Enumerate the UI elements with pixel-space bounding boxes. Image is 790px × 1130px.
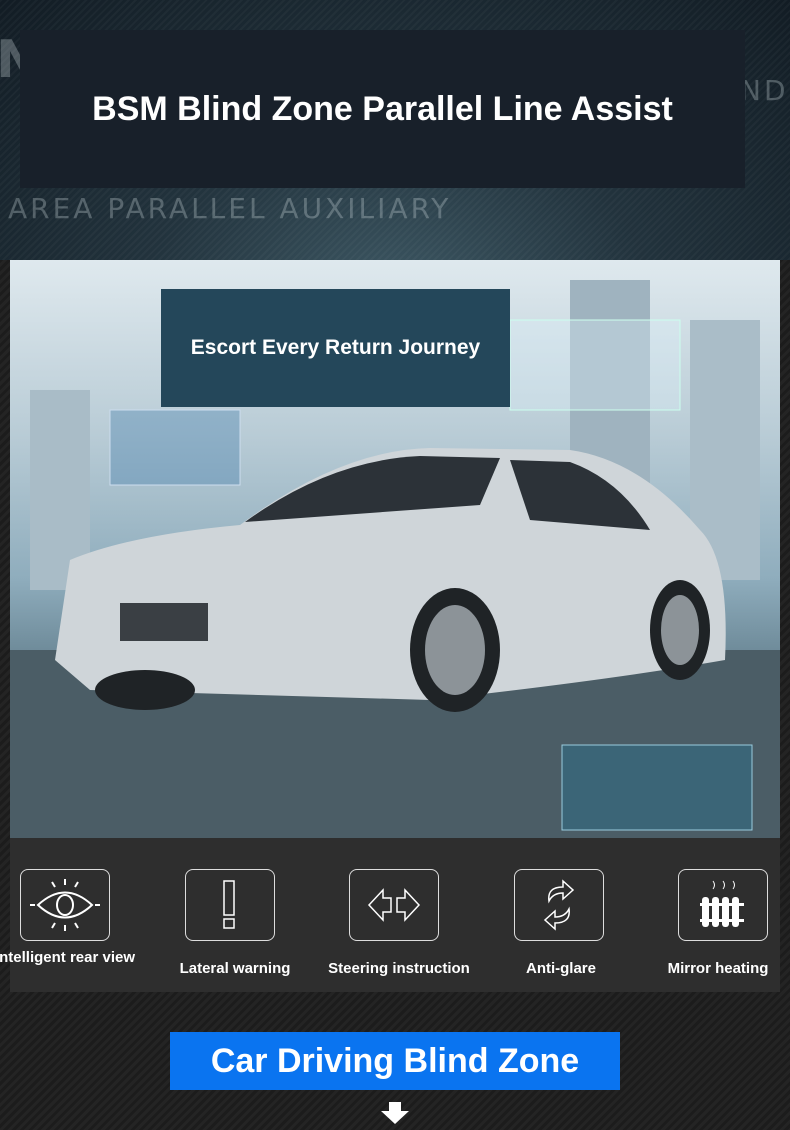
bg-subtitle: AREA PARALLEL AUXILIARY	[8, 192, 452, 225]
radiator-heat-icon	[678, 869, 768, 941]
feature-label-steering-instruction: Steering instruction	[328, 960, 470, 977]
eye-icon	[20, 869, 110, 941]
photo-caption: Escort Every Return Journey	[190, 336, 481, 359]
refresh-arrows-icon	[514, 869, 604, 941]
arrow-down-icon	[381, 1102, 409, 1124]
banner-title: Car Driving Blind Zone	[210, 1041, 580, 1080]
features-panel: Intelligent rear view Lateral warning St…	[0, 838, 780, 992]
feature-label-mirror-heating: Mirror heating	[667, 960, 769, 977]
title-box: BSM Blind Zone Parallel Line Assist	[20, 30, 745, 188]
left-right-arrows-icon	[349, 869, 439, 941]
feature-label-intelligent-rear-view: Intelligent rear view	[0, 949, 136, 966]
feature-label-anti-glare: Anti-glare	[525, 960, 596, 977]
exclamation-icon	[185, 869, 275, 941]
page-title: BSM Blind Zone Parallel Line Assist	[92, 89, 673, 128]
section-banner: Car Driving Blind Zone	[170, 1032, 620, 1090]
caption-box: Escort Every Return Journey	[161, 289, 510, 407]
car-photo: Escort Every Return Journey	[10, 260, 780, 838]
bg-text-right: ND	[740, 74, 789, 107]
feature-label-lateral-warning: Lateral warning	[179, 960, 291, 977]
